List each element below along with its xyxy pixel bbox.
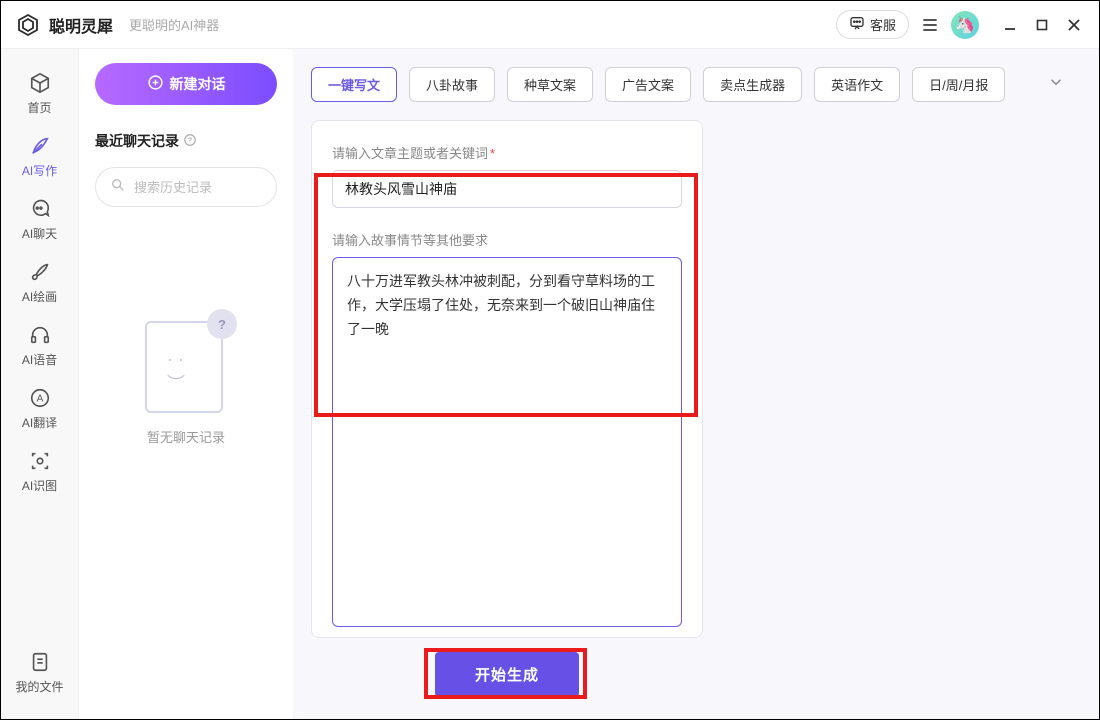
app-subtitle: 更聪明的AI神器 xyxy=(129,15,219,34)
brush-icon xyxy=(28,260,52,284)
form-card: 请输入文章主题或者关键词* 请输入故事情节等其他要求 xyxy=(311,120,703,638)
window-close-icon[interactable] xyxy=(1063,14,1085,36)
empty-document-icon: · ·︶ ? xyxy=(145,317,227,413)
search-icon xyxy=(110,177,126,198)
nav-my-files[interactable]: 我的文件 xyxy=(10,642,70,705)
cube-icon xyxy=(28,71,52,95)
nav-label: 我的文件 xyxy=(15,678,63,695)
content-area: 一键写文 八卦故事 种草文案 广告文案 卖点生成器 英语作文 日/周/月报 请输… xyxy=(293,49,1099,719)
search-box[interactable] xyxy=(95,167,277,207)
titlebar: 聪明灵犀 更聪明的AI神器 客服 🦄 xyxy=(1,1,1099,49)
topic-label: 请输入文章主题或者关键词* xyxy=(332,143,682,162)
search-input[interactable] xyxy=(134,180,310,195)
image-scan-icon xyxy=(28,449,52,473)
nav-label: AI聊天 xyxy=(22,225,57,242)
nav-label: 首页 xyxy=(27,99,51,116)
new-chat-button[interactable]: 新建对话 xyxy=(95,63,277,105)
nav-ai-writing[interactable]: AI写作 xyxy=(10,126,70,189)
nav-ai-chat[interactable]: AI聊天 xyxy=(10,189,70,252)
nav-label: AI绘画 xyxy=(22,288,57,305)
svg-text:A: A xyxy=(36,394,43,405)
sidebar: 新建对话 最近聊天记录 ? · ·︶ ? 暂无聊天记录 xyxy=(79,49,293,719)
tab-ad-copy[interactable]: 广告文案 xyxy=(605,67,691,102)
generate-button[interactable]: 开始生成 xyxy=(435,652,579,697)
cs-label: 客服 xyxy=(870,15,896,34)
tab-gossip-story[interactable]: 八卦故事 xyxy=(409,67,495,102)
user-avatar[interactable]: 🦄 xyxy=(951,11,979,39)
title-right: 客服 🦄 xyxy=(836,10,1085,39)
customer-service-button[interactable]: 客服 xyxy=(836,10,909,39)
nav-home[interactable]: 首页 xyxy=(10,63,70,126)
empty-text: 暂无聊天记录 xyxy=(147,427,225,446)
generate-row: 开始生成 xyxy=(311,652,703,697)
nav-label: AI语音 xyxy=(22,351,57,368)
logo-area: 聪明灵犀 更聪明的AI神器 xyxy=(15,12,219,38)
recent-chat-title: 最近聊天记录 ? xyxy=(95,131,277,151)
nav-rail: 首页 AI写作 AI聊天 AI绘画 AI语音 xyxy=(1,49,79,719)
plus-circle-icon xyxy=(147,74,164,94)
translate-icon: A xyxy=(28,386,52,410)
detail-label: 请输入故事情节等其他要求 xyxy=(332,230,682,249)
tab-seeding-copy[interactable]: 种草文案 xyxy=(507,67,593,102)
empty-state: · ·︶ ? 暂无聊天记录 xyxy=(95,317,277,446)
info-icon: ? xyxy=(183,133,197,150)
tabs-row: 一键写文 八卦故事 种草文案 广告文案 卖点生成器 英语作文 日/周/月报 xyxy=(311,67,1071,102)
nav-ai-image-recognition[interactable]: AI识图 xyxy=(10,441,70,504)
tab-english-essay[interactable]: 英语作文 xyxy=(814,67,900,102)
headphones-icon xyxy=(28,323,52,347)
tab-report[interactable]: 日/周/月报 xyxy=(912,67,1005,102)
nav-ai-paint[interactable]: AI绘画 xyxy=(10,252,70,315)
topic-input[interactable] xyxy=(332,170,682,208)
nav-ai-translate[interactable]: A AI翻译 xyxy=(10,378,70,441)
main-area: 首页 AI写作 AI聊天 AI绘画 AI语音 xyxy=(1,49,1099,719)
nav-label: AI识图 xyxy=(22,477,57,494)
hamburger-menu-icon[interactable] xyxy=(919,14,941,36)
file-icon xyxy=(28,650,52,674)
chat-bubble-icon xyxy=(849,15,865,34)
svg-text:?: ? xyxy=(188,137,192,144)
window-minimize-icon[interactable] xyxy=(999,14,1021,36)
app-logo-icon xyxy=(15,12,41,38)
tab-one-click-write[interactable]: 一键写文 xyxy=(311,67,397,102)
feather-icon xyxy=(28,134,52,158)
chat-icon xyxy=(28,197,52,221)
detail-textarea[interactable] xyxy=(332,257,682,627)
nav-ai-voice[interactable]: AI语音 xyxy=(10,315,70,378)
tab-selling-points[interactable]: 卖点生成器 xyxy=(703,67,802,102)
window-maximize-icon[interactable] xyxy=(1031,14,1053,36)
new-chat-label: 新建对话 xyxy=(170,74,226,94)
nav-label: AI写作 xyxy=(22,162,57,179)
app-title: 聪明灵犀 xyxy=(49,13,113,37)
nav-label: AI翻译 xyxy=(22,414,57,431)
chevron-down-icon[interactable] xyxy=(1041,67,1071,102)
